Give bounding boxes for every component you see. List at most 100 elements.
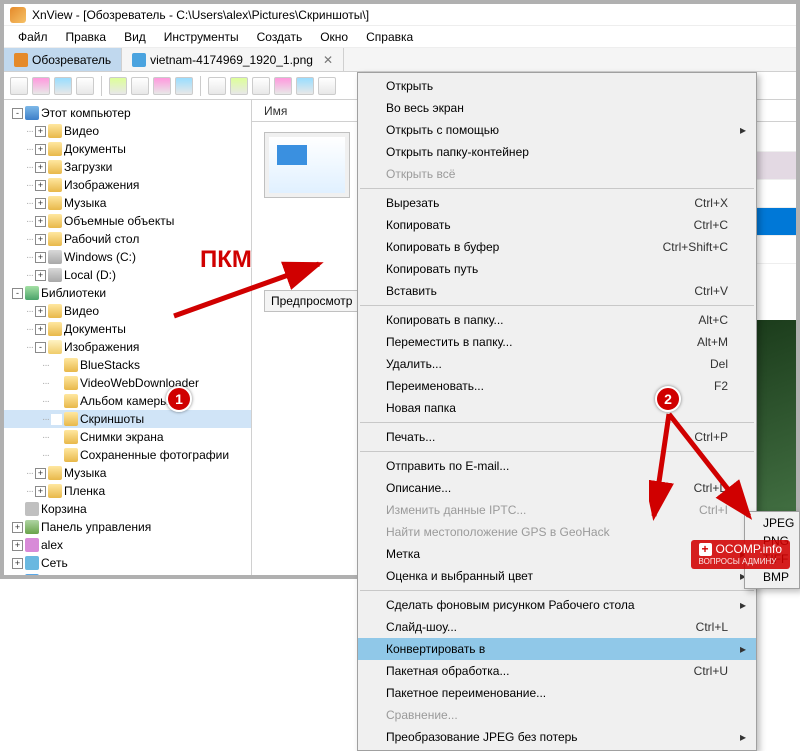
tree-item[interactable]: ···Сохраненные фотографии [4,446,251,464]
user-icon [25,538,39,552]
tree-item[interactable]: ···+Изображения [4,176,251,194]
menu-tools[interactable]: Инструменты [156,28,247,46]
tree-item[interactable]: ···+Пленка [4,482,251,500]
menu-item[interactable]: Открыть [358,75,756,97]
menu-item[interactable]: Копировать путь [358,258,756,280]
tree-item[interactable]: ···BlueStacks [4,356,251,374]
menu-item-label: Открыть [386,79,433,93]
tree-item[interactable]: ···+Документы [4,320,251,338]
expand-icon[interactable]: + [35,252,46,263]
tree-item[interactable]: +Сеть [4,554,251,572]
menu-item[interactable]: Преобразование JPEG без потерь▸ [358,726,756,748]
tb-btn[interactable] [10,77,28,95]
expand-icon[interactable]: + [35,306,46,317]
tb-btn[interactable] [274,77,292,95]
menu-item[interactable]: Сделать фоновым рисунком Рабочего стола▸ [358,594,756,616]
tb-btn[interactable] [32,77,50,95]
menu-item[interactable]: BMP [745,568,799,586]
expand-icon[interactable]: + [35,486,46,497]
menu-item[interactable]: Новая папка [358,397,756,419]
menu-file[interactable]: Файл [10,28,56,46]
menu-item-label: Сравнение... [386,708,458,722]
tb-btn[interactable] [153,77,171,95]
menu-item[interactable]: Открыть с помощью▸ [358,119,756,141]
expand-icon[interactable]: - [12,108,23,119]
menu-item[interactable]: ВставитьCtrl+V [358,280,756,302]
tb-btn[interactable] [318,77,336,95]
expand-icon[interactable]: + [35,270,46,281]
tree-item[interactable]: +OneDrive [4,572,251,575]
tb-btn[interactable] [109,77,127,95]
expand-icon[interactable]: + [35,162,46,173]
tb-btn[interactable] [296,77,314,95]
expand-icon[interactable]: + [12,522,23,533]
thumbnail[interactable] [264,132,350,198]
tree-item[interactable]: ···Снимки экрана [4,428,251,446]
tb-btn[interactable] [54,77,72,95]
tab-browser[interactable]: Обозреватель [4,48,122,71]
menu-item[interactable]: Копировать в буферCtrl+Shift+C [358,236,756,258]
tree-item[interactable]: +Панель управления [4,518,251,536]
expand-icon[interactable]: + [35,198,46,209]
tb-btn[interactable] [175,77,193,95]
menu-edit[interactable]: Правка [58,28,115,46]
tree-item[interactable]: ···VideoWebDownloader [4,374,251,392]
tree-item[interactable]: ···+Видео [4,302,251,320]
menu-item[interactable]: Переименовать...F2 [358,375,756,397]
menu-item[interactable]: Пакетная обработка...Ctrl+U [358,660,756,682]
menu-item[interactable]: Пакетное переименование... [358,682,756,704]
expand-icon[interactable]: + [35,126,46,137]
expand-icon[interactable]: + [35,216,46,227]
menu-item[interactable]: КопироватьCtrl+C [358,214,756,236]
menu-item[interactable]: Во весь экран [358,97,756,119]
expand-icon[interactable]: + [12,558,23,569]
tree-item[interactable]: ···Альбом камеры [4,392,251,410]
tab-image[interactable]: vietnam-4174969_1920_1.png ✕ [122,48,344,71]
expand-icon[interactable]: + [35,180,46,191]
menu-item[interactable]: Переместить в папку...Alt+M [358,331,756,353]
tree-item[interactable]: ···+Объемные объекты [4,212,251,230]
menu-view[interactable]: Вид [116,28,154,46]
tree-item[interactable]: ···+Документы [4,140,251,158]
tree-item[interactable]: +alex [4,536,251,554]
pc-icon [25,106,39,120]
menu-window[interactable]: Окно [312,28,356,46]
tree-item[interactable]: ···-Изображения [4,338,251,356]
tree-item[interactable]: Корзина [4,500,251,518]
menu-item[interactable]: Печать...Ctrl+P [358,426,756,448]
menu-item[interactable]: Удалить...Del [358,353,756,375]
expand-icon[interactable]: + [35,468,46,479]
menu-item[interactable]: JPEG [745,514,799,532]
expand-icon[interactable]: - [35,342,46,353]
menu-item[interactable]: Копировать в папку...Alt+C [358,309,756,331]
tb-btn[interactable] [131,77,149,95]
menu-item[interactable]: Слайд-шоу...Ctrl+L [358,616,756,638]
menu-item[interactable]: Отправить по E-mail... [358,455,756,477]
tree-item[interactable]: -Библиотеки [4,284,251,302]
expand-icon[interactable]: + [12,540,23,551]
menu-item[interactable]: Описание...Ctrl+D [358,477,756,499]
expand-icon[interactable]: + [35,324,46,335]
tb-btn[interactable] [208,77,226,95]
tree-item[interactable]: ···Скриншоты [4,410,251,428]
menu-item[interactable]: Открыть папку-контейнер [358,141,756,163]
tb-btn[interactable] [252,77,270,95]
menu-create[interactable]: Создать [249,28,311,46]
menu-help[interactable]: Справка [358,28,421,46]
context-menu[interactable]: ОткрытьВо весь экранОткрыть с помощью▸От… [357,72,757,751]
tb-btn[interactable] [230,77,248,95]
menu-item[interactable]: ВырезатьCtrl+X [358,192,756,214]
tree-item[interactable]: ···+Видео [4,122,251,140]
expand-icon[interactable]: + [35,234,46,245]
tree-item[interactable]: -Этот компьютер [4,104,251,122]
menu-item[interactable]: Конвертировать в▸ [358,638,756,660]
close-icon[interactable]: ✕ [323,53,333,67]
tree-item-label: Пленка [64,484,105,498]
tree-item[interactable]: ···+Загрузки [4,158,251,176]
expand-icon[interactable]: + [35,144,46,155]
tree-item[interactable]: ···+Музыка [4,464,251,482]
tree-item[interactable]: ···+Музыка [4,194,251,212]
expand-icon[interactable]: - [12,288,23,299]
folder-tree[interactable]: -Этот компьютер···+Видео···+Документы···… [4,100,252,575]
tb-btn[interactable] [76,77,94,95]
